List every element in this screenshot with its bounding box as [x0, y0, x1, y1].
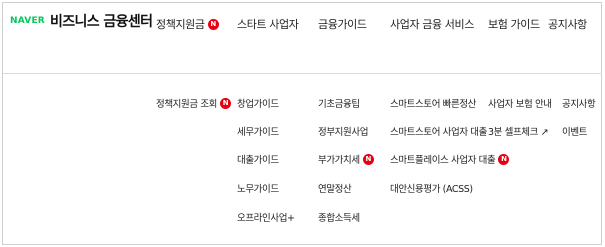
submenu-label: 정책지원금 조회	[156, 99, 217, 110]
submenu-label: 창업가이드	[237, 99, 279, 110]
submenu-label: 노무가이드	[237, 184, 279, 195]
submenu-label: 스마트플레이스 사업자 대출	[390, 155, 496, 166]
nav-item-label: 금융가이드	[318, 18, 367, 31]
submenu-loan-guide[interactable]: 대출가이드	[237, 152, 279, 166]
submenu-label: 부가가치세	[318, 155, 360, 166]
nav-item-startup[interactable]: 스타트 사업자	[237, 16, 299, 32]
submenu-government-support[interactable]: 정부지원사업	[318, 124, 368, 138]
submenu-year-end-tax[interactable]: 연말정산	[318, 181, 352, 195]
submenu-label: 이벤트	[562, 127, 588, 138]
header-divider	[3, 73, 602, 74]
submenu-label: 세무가이드	[237, 127, 279, 138]
nav-item-policy-fund[interactable]: 정책지원금 N	[156, 16, 219, 32]
submenu-tax-guide[interactable]: 세무가이드	[237, 124, 279, 138]
nav-item-label: 정책지원금	[156, 18, 205, 31]
nav-item-insurance-guide[interactable]: 보험 가이드	[488, 16, 540, 32]
submenu-self-check[interactable]: 3분 셀프체크 ↗	[488, 124, 549, 138]
submenu-label: 기초금융팁	[318, 99, 360, 110]
submenu-income-tax[interactable]: 종합소득세	[318, 210, 360, 224]
new-badge: N	[220, 97, 231, 109]
submenu-smartplace-loan[interactable]: 스마트플레이스 사업자 대출 N	[390, 152, 510, 166]
brand-logo[interactable]: NAVER 비즈니스 금융센터	[10, 11, 153, 31]
submenu-basic-finance-tips[interactable]: 기초금융팁	[318, 96, 360, 110]
new-badge: N	[362, 153, 374, 165]
nav-item-business-finance[interactable]: 사업자 금융 서비스	[390, 16, 474, 32]
submenu-smartstore-fast-settlement[interactable]: 스마트스토어 빠른정산	[390, 96, 476, 110]
submenu-smartstore-loan[interactable]: 스마트스토어 사업자 대출	[390, 124, 487, 138]
submenu-business-insurance[interactable]: 사업자 보험 안내	[488, 96, 552, 110]
submenu-label: 오프라인사업+	[237, 213, 295, 224]
submenu-label: 대출가이드	[237, 155, 279, 166]
submenu-notice[interactable]: 공지사항	[562, 96, 596, 110]
submenu-startup-guide[interactable]: 창업가이드	[237, 96, 279, 110]
submenu-label: 사업자 보험 안내	[488, 99, 552, 110]
submenu-label: 스마트스토어 사업자 대출	[390, 127, 487, 138]
submenu-vat[interactable]: 부가가치세 N	[318, 152, 374, 166]
nav-item-label: 사업자 금융 서비스	[390, 18, 474, 31]
submenu-label: 스마트스토어 빠른정산	[390, 99, 477, 110]
submenu-label: 3분 셀프체크 ↗	[488, 127, 549, 138]
nav-item-label: 보험 가이드	[488, 18, 540, 31]
new-badge: N	[498, 153, 510, 165]
submenu-label: 대안신용평가 (ACSS)	[390, 184, 473, 195]
submenu-event[interactable]: 이벤트	[562, 124, 587, 138]
naver-logo: NAVER	[10, 16, 45, 26]
nav-item-notice[interactable]: 공지사항	[548, 16, 587, 32]
submenu-label: 공지사항	[562, 99, 596, 110]
submenu-label: 종합소득세	[318, 213, 360, 224]
submenu-label: 정부지원사업	[318, 127, 369, 138]
submenu-label: 연말정산	[318, 184, 352, 195]
submenu-offline-business[interactable]: 오프라인사업+	[237, 210, 295, 224]
submenu-alternative-credit[interactable]: 대안신용평가 (ACSS)	[390, 181, 473, 195]
nav-item-finance-guide[interactable]: 금융가이드	[318, 16, 367, 32]
nav-item-label: 공지사항	[548, 18, 587, 31]
service-title: 비즈니스 금융센터	[49, 14, 153, 30]
nav-item-label: 스타트 사업자	[237, 18, 299, 31]
new-badge: N	[207, 18, 219, 30]
submenu-policy-fund-search[interactable]: 정책지원금 조회 N	[156, 96, 231, 110]
submenu-labor-guide[interactable]: 노무가이드	[237, 181, 279, 195]
